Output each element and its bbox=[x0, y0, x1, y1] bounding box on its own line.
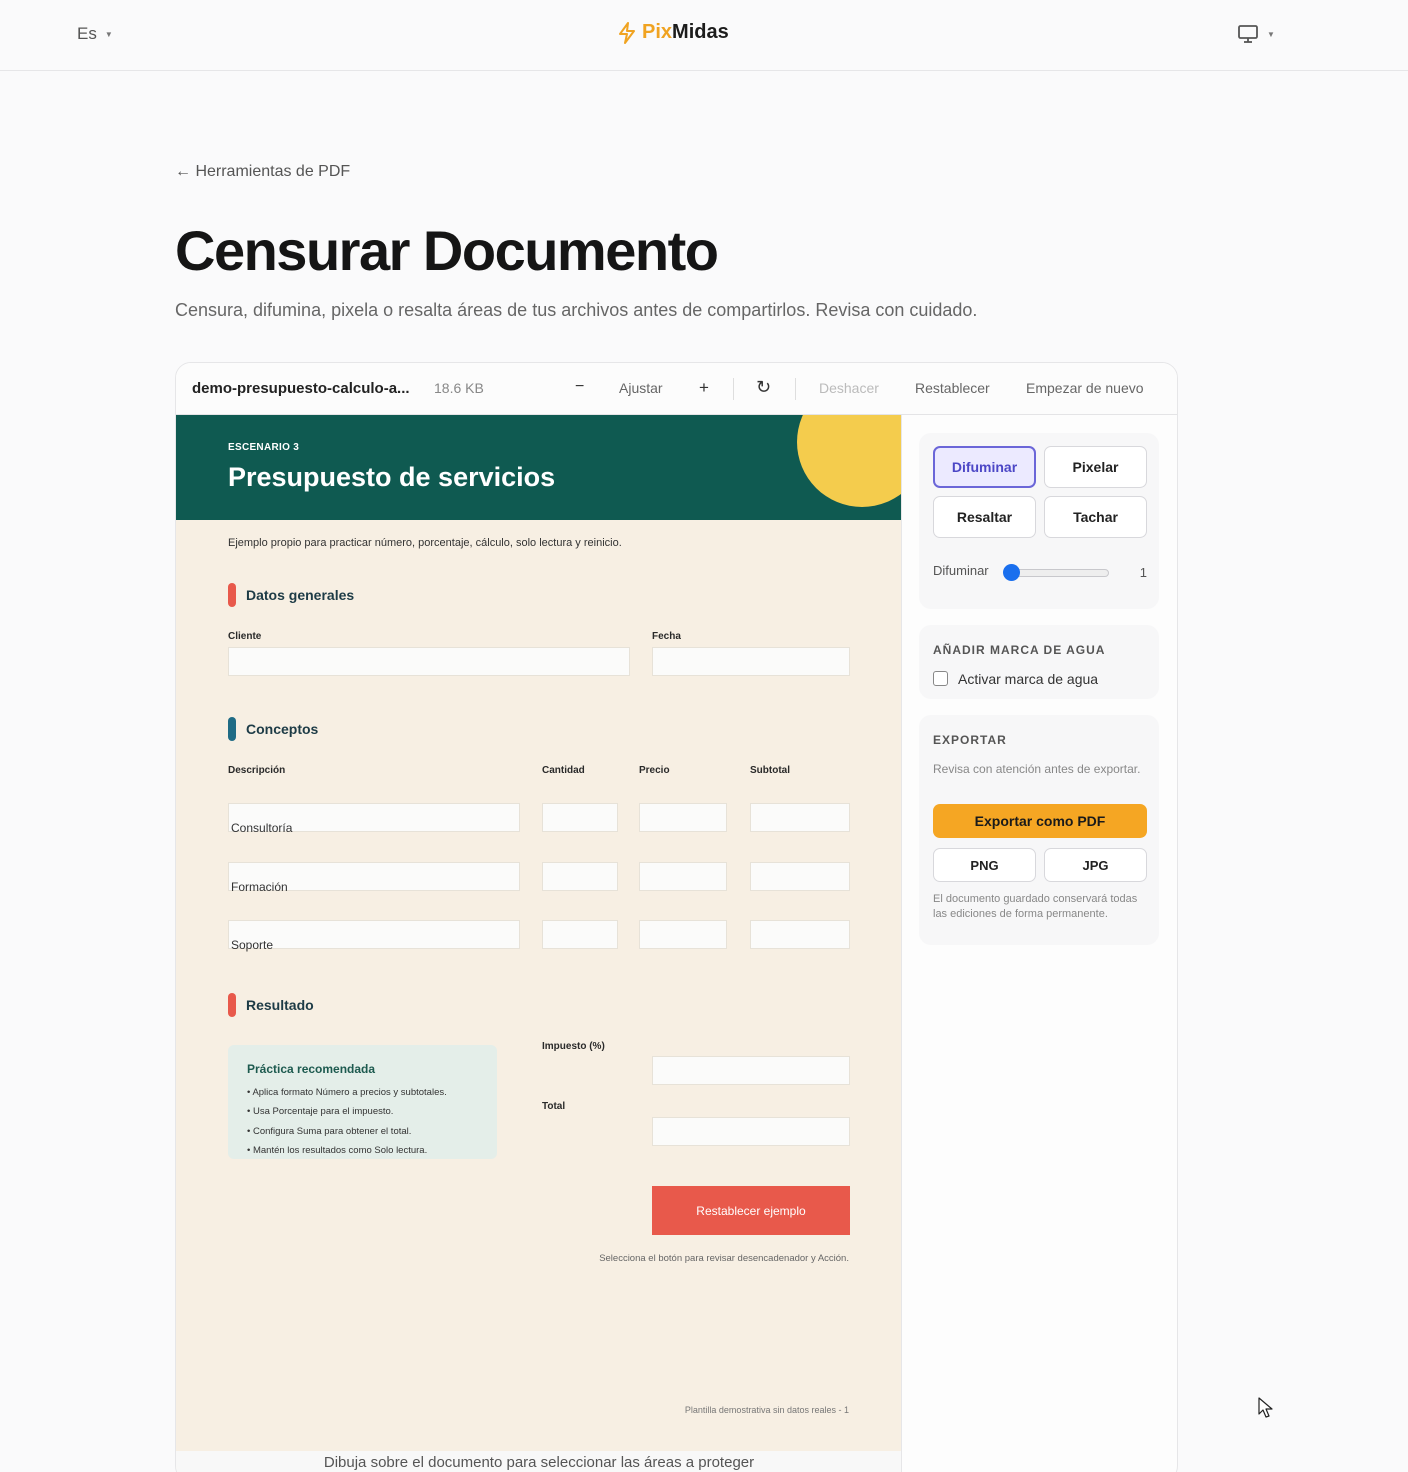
description-header: Descripción bbox=[228, 765, 286, 776]
zoom-out-button[interactable]: − bbox=[575, 378, 584, 396]
document-intro: Ejemplo propio para practicar número, po… bbox=[228, 537, 622, 549]
section-title: Datos generales bbox=[246, 587, 355, 603]
tip-box: Práctica recomendada • Aplica formato Nú… bbox=[228, 1045, 497, 1159]
display-selector[interactable]: ▼ bbox=[1237, 24, 1275, 44]
file-size: 18.6 KB bbox=[434, 380, 484, 396]
brand-midas: Midas bbox=[672, 21, 729, 43]
toolbar-divider bbox=[795, 378, 796, 400]
blur-slider-row: Difuminar 1 bbox=[933, 563, 1147, 581]
document-footer: Plantilla demostrativa sin datos reales … bbox=[684, 1405, 849, 1415]
bolt-icon bbox=[619, 21, 635, 44]
subtotal-field[interactable] bbox=[750, 920, 850, 949]
tip-item: • Configura Suma para obtener el total. bbox=[247, 1126, 412, 1137]
slider-label: Difuminar bbox=[933, 563, 989, 578]
section-concepts: Conceptos bbox=[228, 717, 318, 741]
language-selector[interactable]: Es ▼ bbox=[77, 24, 113, 44]
subtotal-field[interactable] bbox=[750, 862, 850, 891]
description-field[interactable]: Soporte bbox=[228, 920, 520, 952]
section-title: Resultado bbox=[246, 997, 314, 1013]
cursor-icon bbox=[1258, 1397, 1273, 1418]
section-general: Datos generales bbox=[228, 583, 354, 607]
price-field[interactable] bbox=[639, 803, 727, 832]
section-result: Resultado bbox=[228, 993, 314, 1017]
client-label: Cliente bbox=[228, 631, 262, 642]
toolbar-divider bbox=[733, 378, 734, 400]
total-label: Total bbox=[542, 1101, 566, 1112]
editor-card: demo-presupuesto-calculo-a... 18.6 KB − … bbox=[175, 362, 1178, 1472]
monitor-icon bbox=[1238, 25, 1258, 43]
date-field[interactable] bbox=[652, 647, 850, 676]
export-title: EXPORTAR bbox=[933, 733, 1007, 747]
document-canvas[interactable]: ESCENARIO 3 Presupuesto de servicios Eje… bbox=[176, 415, 902, 1472]
section-marker bbox=[228, 717, 236, 741]
file-name: demo-presupuesto-calculo-a... bbox=[192, 380, 410, 397]
export-jpg-button[interactable]: JPG bbox=[1044, 848, 1147, 882]
section-marker bbox=[228, 583, 236, 607]
brand-pix: Pix bbox=[642, 21, 673, 43]
description-field[interactable]: Consultoría bbox=[228, 803, 520, 835]
page-subtitle: Censura, difumina, pixela o resalta área… bbox=[175, 300, 978, 320]
start-over-button[interactable]: Empezar de nuevo bbox=[1026, 380, 1144, 396]
language-label: Es bbox=[77, 24, 97, 43]
quantity-header: Cantidad bbox=[542, 765, 585, 776]
editor-toolbar: demo-presupuesto-calculo-a... 18.6 KB − … bbox=[176, 363, 1177, 415]
fit-button[interactable]: Ajustar bbox=[619, 380, 663, 396]
scenario-label: ESCENARIO 3 bbox=[228, 442, 300, 453]
quantity-field[interactable] bbox=[542, 920, 618, 949]
chevron-down-icon: ▼ bbox=[1267, 29, 1275, 39]
slider-value: 1 bbox=[1139, 565, 1147, 580]
price-header: Precio bbox=[639, 765, 670, 776]
mode-blur-button[interactable]: Difuminar bbox=[933, 446, 1036, 488]
reset-button[interactable]: Restablecer bbox=[915, 380, 990, 396]
section-marker bbox=[228, 993, 236, 1017]
description-field[interactable]: Formación bbox=[228, 862, 520, 894]
export-panel: EXPORTAR Revisa con atención antes de ex… bbox=[919, 715, 1159, 945]
watermark-checkbox[interactable] bbox=[933, 671, 948, 686]
watermark-title: AÑADIR MARCA DE AGUA bbox=[933, 643, 1106, 657]
mode-highlight-button[interactable]: Resaltar bbox=[933, 496, 1036, 538]
top-bar: Es ▼ PixMidas ▼ bbox=[0, 0, 1408, 71]
document-title: Presupuesto de servicios bbox=[228, 462, 556, 492]
page-title: Censurar Documento bbox=[175, 219, 719, 282]
decorative-circle bbox=[797, 415, 901, 507]
mode-strike-button[interactable]: Tachar bbox=[1044, 496, 1147, 538]
undo-button[interactable]: Deshacer bbox=[819, 380, 879, 396]
client-field[interactable] bbox=[228, 647, 630, 676]
action-note: Selecciona el botón para revisar desenca… bbox=[599, 1253, 849, 1264]
export-png-button[interactable]: PNG bbox=[933, 848, 1036, 882]
chevron-down-icon: ▼ bbox=[104, 29, 113, 39]
tip-item: • Mantén los resultados como Solo lectur… bbox=[247, 1145, 428, 1156]
price-field[interactable] bbox=[639, 920, 727, 949]
blur-slider-track[interactable] bbox=[1013, 569, 1109, 577]
export-note: El documento guardado conservará todas l… bbox=[933, 893, 1138, 920]
tip-title: Práctica recomendada bbox=[247, 1062, 376, 1076]
subtotal-header: Subtotal bbox=[750, 765, 790, 776]
total-field[interactable] bbox=[652, 1117, 850, 1146]
document-header: ESCENARIO 3 Presupuesto de servicios bbox=[176, 415, 901, 520]
draw-hint: Dibuja sobre el documento para seleccion… bbox=[176, 1451, 901, 1472]
rotate-icon[interactable]: ↻ bbox=[756, 377, 771, 398]
zoom-in-button[interactable]: + bbox=[699, 378, 709, 398]
mode-pixelate-button[interactable]: Pixelar bbox=[1044, 446, 1147, 488]
subtotal-field[interactable] bbox=[750, 803, 850, 832]
watermark-checkbox-label[interactable]: Activar marca de agua bbox=[958, 671, 1098, 687]
tax-field[interactable] bbox=[652, 1056, 850, 1085]
reset-example-button[interactable]: Restablecer ejemplo bbox=[652, 1186, 850, 1235]
export-pdf-button[interactable]: Exportar como PDF bbox=[933, 804, 1147, 838]
tip-item: • Usa Porcentaje para el impuesto. bbox=[247, 1106, 394, 1117]
quantity-field[interactable] bbox=[542, 862, 618, 891]
blur-slider-handle[interactable] bbox=[1003, 564, 1020, 581]
section-title: Conceptos bbox=[246, 721, 319, 737]
export-hint: Revisa con atención antes de exportar. bbox=[933, 762, 1141, 776]
tip-item: • Aplica formato Número a precios y subt… bbox=[247, 1087, 447, 1098]
tax-label: Impuesto (%) bbox=[542, 1041, 605, 1052]
date-label: Fecha bbox=[652, 631, 681, 642]
price-field[interactable] bbox=[639, 862, 727, 891]
redaction-mode-panel: Difuminar Pixelar Resaltar Tachar Difumi… bbox=[919, 433, 1159, 609]
watermark-panel: AÑADIR MARCA DE AGUA Activar marca de ag… bbox=[919, 625, 1159, 699]
quantity-field[interactable] bbox=[542, 803, 618, 832]
brand-logo[interactable]: PixMidas bbox=[618, 21, 729, 44]
back-link[interactable]: ← Herramientas de PDF bbox=[175, 163, 350, 181]
